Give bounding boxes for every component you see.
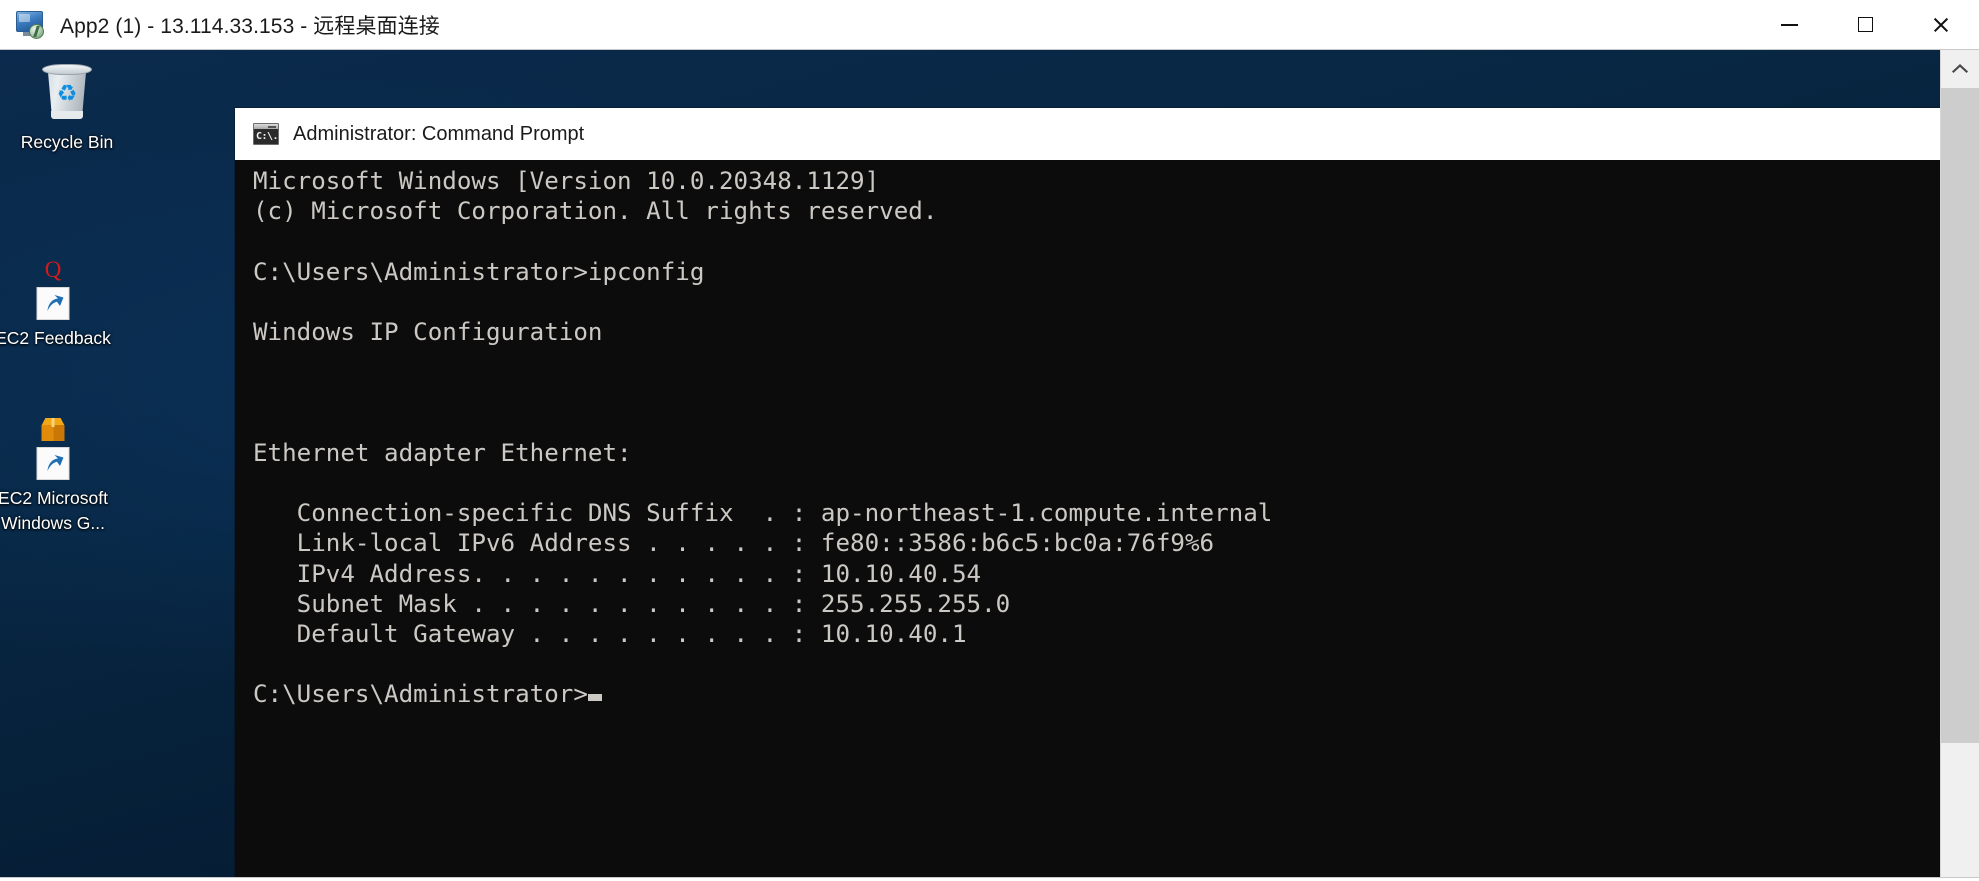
scroll-up-button[interactable] [1941,50,1979,88]
cmd-icon-glyph: C:\. [256,131,279,142]
maximize-icon [1857,17,1873,32]
command-prompt-icon: C:\. [253,123,279,145]
minimize-button[interactable] [1751,0,1827,49]
desktop-icon-label: EC2 Feedback [0,328,111,348]
shortcut-arrow-icon [36,287,70,320]
ec2-guide-icon [18,416,88,480]
vertical-scrollbar[interactable] [1940,50,1979,881]
minimize-icon [1780,23,1798,26]
recycle-symbol-icon: ♻ [56,80,78,106]
ec2-feedback-icon: Q [18,256,88,320]
text-cursor [587,694,602,702]
command-prompt-window[interactable]: C:\. Administrator: Command Prompt Micro… [235,108,1940,881]
desktop-icon-ec2-microsoft-windows-guide[interactable]: EC2 Microsoft Windows G... [0,416,128,537]
q-overlay-icon: Q [44,256,62,282]
scrollbar-track[interactable] [1941,88,1979,881]
desktop-icon-recycle-bin[interactable]: ♻ Recycle Bin [0,62,142,155]
desktop-icon-ec2-feedback[interactable]: Q EC2 Feedback [0,256,128,351]
remote-desktop-icon [14,10,48,39]
cmd-window-title: Administrator: Command Prompt [293,122,585,145]
rdp-titlebar[interactable]: App2 (1) - 13.114.33.153 - 远程桌面连接 [0,0,1979,50]
desktop-icon-label: EC2 Microsoft Windows G... [0,488,108,534]
window-controls [1751,0,1979,49]
prompt-text: C:\Users\Administrator> [253,680,588,709]
console-prompt-line: C:\Users\Administrator> [235,679,1940,709]
rdp-window-title: App2 (1) - 13.114.33.153 - 远程桌面连接 [60,14,440,38]
remote-desktop-surface[interactable]: ♻ Recycle Bin Q EC2 Feedback EC2 Microso… [0,50,1940,881]
maximize-button[interactable] [1827,0,1903,49]
remote-desktop-connection-window: App2 (1) - 13.114.33.153 - 远程桌面连接 ♻ Recy… [0,0,1979,881]
console-output-text: Microsoft Windows [Version 10.0.20348.11… [253,167,1273,649]
close-icon [1932,16,1950,34]
shortcut-arrow-icon [36,447,70,480]
package-box-icon [41,416,65,442]
scroll-up-icon [1952,64,1968,74]
window-bottom-edge [0,877,1979,881]
console-output-area[interactable]: Microsoft Windows [Version 10.0.20348.11… [235,160,1940,881]
close-button[interactable] [1903,0,1979,49]
scrollbar-thumb[interactable] [1941,88,1979,743]
cmd-titlebar[interactable]: C:\. Administrator: Command Prompt [235,108,1940,160]
desktop-icon-label: Recycle Bin [20,132,114,152]
recycle-bin-icon: ♻ [36,62,98,124]
